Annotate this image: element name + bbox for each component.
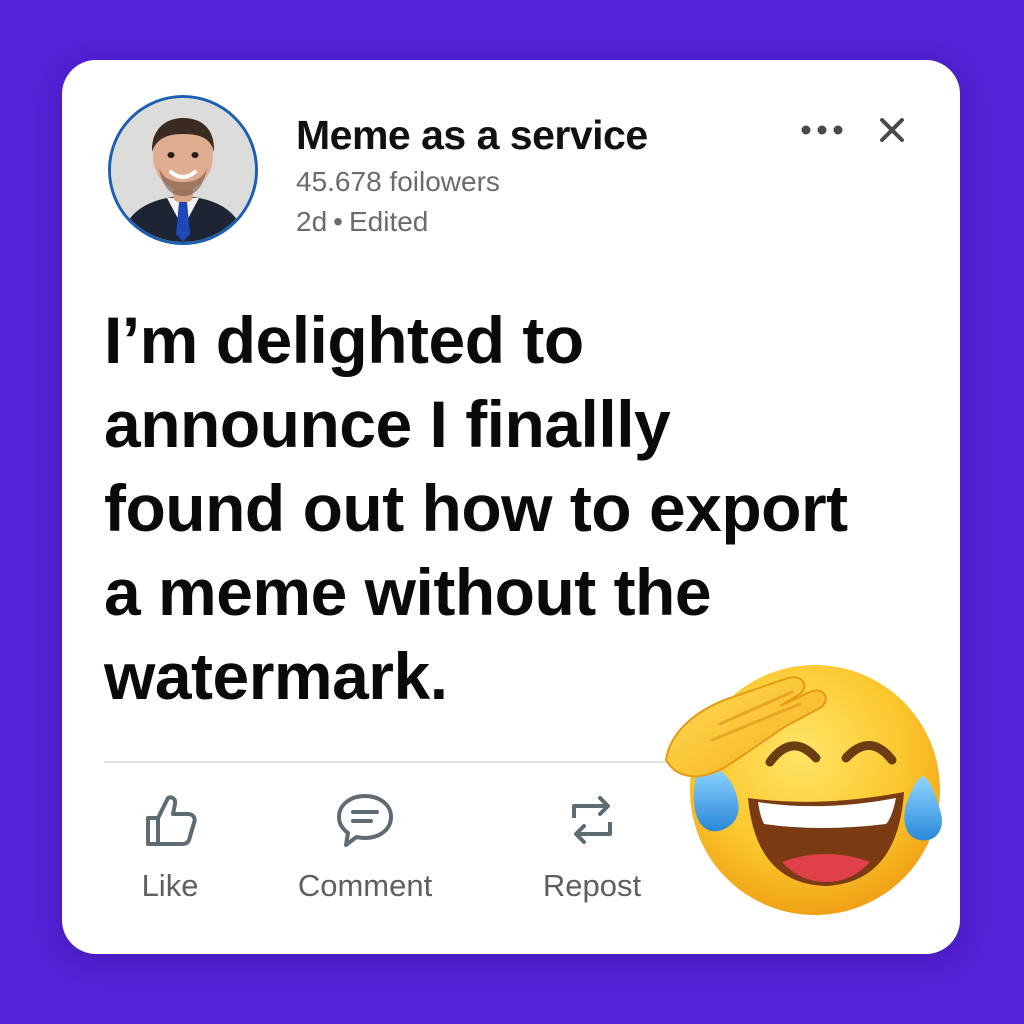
repost-button[interactable]: Repost: [522, 788, 662, 904]
close-icon: [880, 118, 904, 142]
edited-label: Edited: [348, 206, 429, 237]
post-body-line: a meme without the: [104, 555, 712, 629]
author-avatar[interactable]: [108, 95, 258, 245]
thumbs-up-icon: [146, 795, 197, 846]
more-horizontal-icon: [801, 125, 843, 135]
follower-count: 45.678 foilowers: [296, 166, 500, 197]
comment-button[interactable]: Comment: [280, 788, 450, 904]
person-portrait-icon: [111, 98, 255, 242]
more-options-button[interactable]: [792, 108, 852, 152]
repost-arrows-icon: [572, 796, 612, 844]
post-time: 2d: [296, 206, 328, 237]
post-body-line: announce I finallly: [104, 387, 671, 461]
author-name[interactable]: Meme as a service: [296, 112, 648, 159]
saluting-laughing-tears-emoji: [664, 665, 942, 915]
like-label: Like: [141, 868, 199, 903]
comment-label: Comment: [297, 868, 433, 903]
close-button[interactable]: [870, 108, 914, 152]
post-body-line: found out how to export: [104, 471, 848, 545]
comment-bubble-icon: [337, 794, 393, 847]
meta-separator: •: [333, 206, 343, 237]
actions-divider: [104, 761, 724, 763]
repost-label: Repost: [542, 868, 642, 903]
like-button[interactable]: Like: [120, 788, 220, 904]
post-meta: 2d • Edited: [296, 206, 428, 238]
post-body-line: I’m delighted to: [104, 303, 584, 377]
